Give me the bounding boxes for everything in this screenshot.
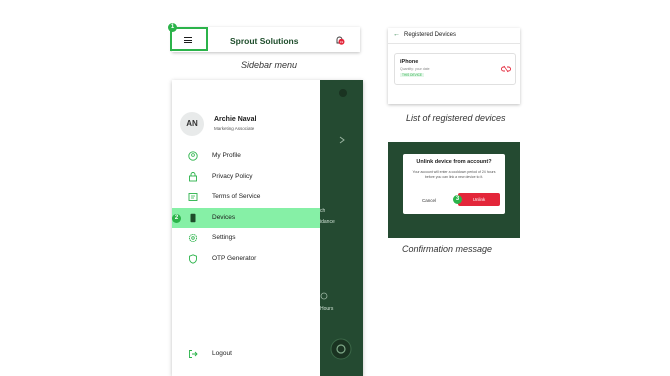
sidebar-item-settings[interactable]: Settings bbox=[172, 228, 320, 248]
notification-bell-icon[interactable]: 19 bbox=[334, 35, 345, 46]
sidebar-item-label: Privacy Policy bbox=[212, 173, 253, 180]
device-name: iPhone bbox=[400, 59, 419, 65]
registered-devices-screen: ← Registered Devices iPhone Quantity: yo… bbox=[388, 28, 520, 104]
shield-icon bbox=[189, 254, 197, 264]
unlink-button[interactable]: Unlink bbox=[458, 193, 500, 206]
unlink-icon[interactable] bbox=[501, 65, 511, 73]
logout-button[interactable]: Logout bbox=[172, 344, 320, 364]
document-icon bbox=[188, 193, 198, 201]
sidebar-item-label: Terms of Service bbox=[212, 193, 261, 200]
sidebar-screen: ch idance Hours AN Archie Naval Marketin… bbox=[172, 80, 363, 376]
logout-icon bbox=[189, 350, 198, 358]
sidebar-item-label: My Profile bbox=[212, 152, 241, 159]
this-device-badge: THIS DEVICE bbox=[400, 73, 425, 77]
sidebar-item-devices[interactable]: Devices bbox=[172, 208, 320, 228]
avatar: AN bbox=[180, 112, 204, 136]
user-circle-icon bbox=[188, 151, 198, 161]
sidebar-item-label: OTP Generator bbox=[212, 255, 257, 262]
confirmation-screen: Unlink device from account? Your account… bbox=[388, 142, 520, 238]
lock-icon bbox=[189, 172, 197, 182]
bg-text-c: Hours bbox=[320, 306, 334, 312]
notification-icon-dim bbox=[339, 89, 347, 97]
hamburger-menu-icon[interactable] bbox=[184, 37, 192, 43]
unlink-dialog: Unlink device from account? Your account… bbox=[403, 154, 505, 214]
notification-count: 19 bbox=[340, 40, 344, 44]
registered-header: ← Registered Devices bbox=[388, 28, 520, 44]
cancel-button[interactable]: Cancel bbox=[417, 195, 441, 206]
back-arrow-icon[interactable]: ← bbox=[393, 31, 400, 38]
caption-confirmation: Confirmation message bbox=[402, 244, 493, 254]
dialog-title: Unlink device from account? bbox=[416, 159, 492, 165]
dimmed-background[interactable]: ch idance Hours bbox=[320, 80, 363, 376]
device-subtitle: Quantity: your date bbox=[400, 67, 430, 71]
logout-label: Logout bbox=[212, 350, 232, 357]
bg-text-a: ch bbox=[320, 208, 326, 214]
caption-registered-devices: List of registered devices bbox=[406, 113, 506, 123]
registered-title: Registered Devices bbox=[404, 32, 457, 38]
bg-text-b: idance bbox=[320, 219, 335, 225]
gear-icon bbox=[188, 233, 198, 243]
sidebar-item-label: Settings bbox=[212, 234, 236, 241]
user-role: Marketing Associate bbox=[214, 126, 255, 131]
fab-dim-icon bbox=[330, 338, 352, 360]
step-badge-3: 3 bbox=[453, 195, 462, 204]
sidebar-item-otp-generator[interactable]: OTP Generator bbox=[172, 249, 320, 269]
clock-icon-dim bbox=[320, 292, 328, 300]
chevron-right-icon bbox=[339, 136, 345, 144]
sidebar-item-my-profile[interactable]: My Profile bbox=[172, 146, 320, 166]
brand-title: Sprout Solutions bbox=[230, 36, 299, 46]
phone-icon bbox=[190, 213, 196, 223]
caption-sidebar-menu: Sidebar menu bbox=[241, 60, 298, 70]
step-badge-1: 1 bbox=[168, 23, 177, 32]
dialog-body: Your account will enter a cooldown perio… bbox=[412, 170, 496, 179]
user-name: Archie Naval bbox=[214, 116, 257, 123]
sidebar-item-label: Devices bbox=[212, 214, 236, 221]
device-card: iPhone Quantity: your date THIS DEVICE bbox=[394, 53, 516, 85]
sidebar-item-privacy-policy[interactable]: Privacy Policy bbox=[172, 167, 320, 187]
step-badge-2: 2 bbox=[172, 214, 181, 223]
sidebar-item-terms-of-service[interactable]: Terms of Service bbox=[172, 187, 320, 207]
